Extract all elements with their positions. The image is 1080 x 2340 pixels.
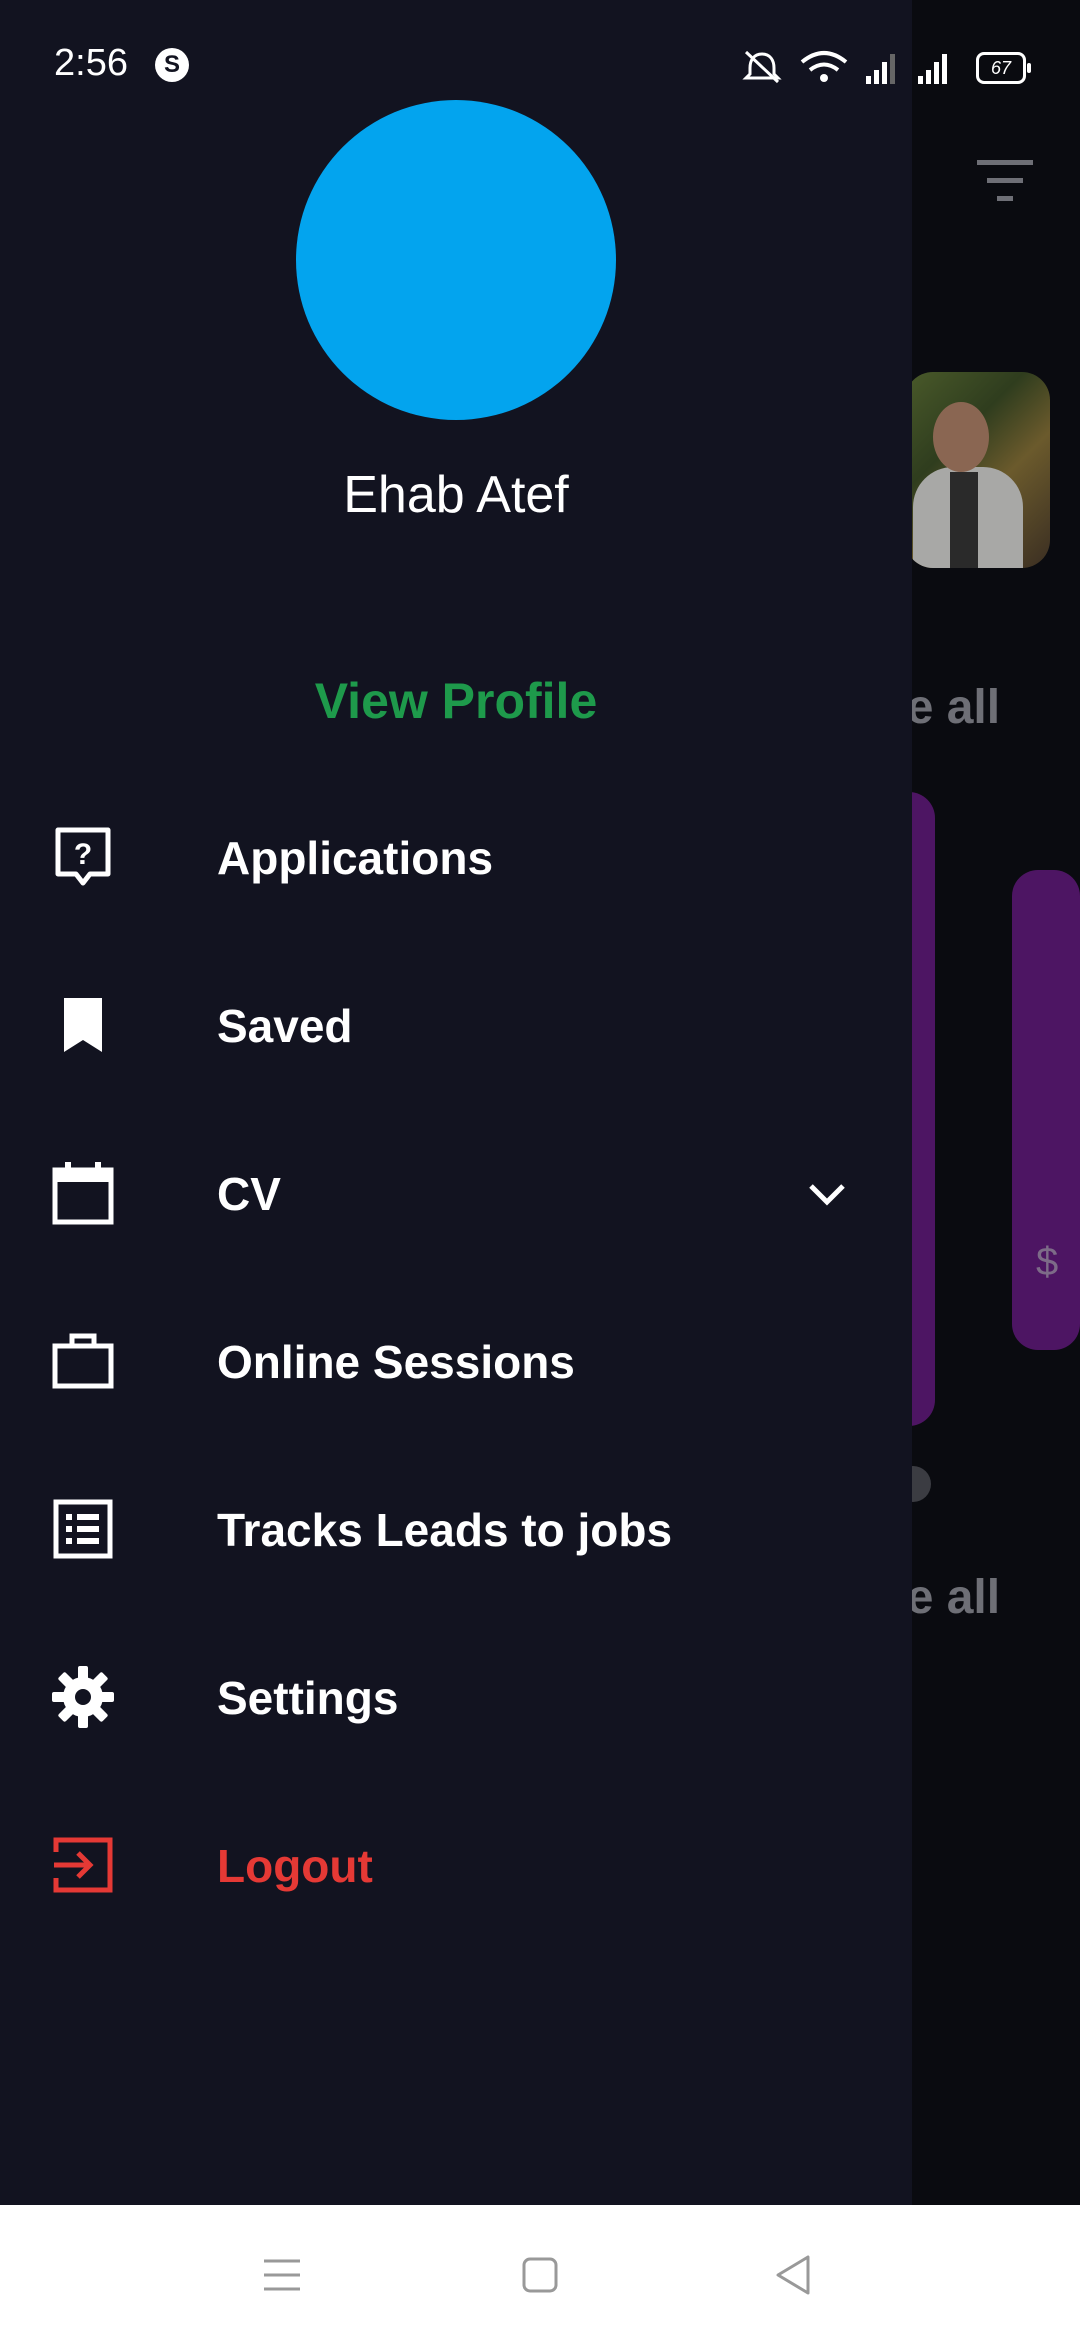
menu-icon[interactable] [252, 2245, 312, 2305]
menu-item-label: Saved [217, 1000, 353, 1052]
mute-icon [742, 50, 782, 84]
system-navigation-bar [0, 2205, 1080, 2340]
logout-icon [53, 1837, 113, 1893]
menu-item-tracks-leads[interactable]: Tracks Leads to jobs [0, 1468, 912, 1588]
filter-icon[interactable] [975, 158, 1035, 204]
menu-item-saved[interactable]: Saved [0, 964, 912, 1084]
briefcase-icon [52, 1333, 114, 1389]
menu-item-applications[interactable]: ? Applications [0, 796, 912, 916]
status-icons [742, 50, 947, 84]
menu-item-settings[interactable]: Settings [0, 1636, 912, 1756]
menu-item-online-sessions[interactable]: Online Sessions [0, 1300, 912, 1420]
menu-item-label: Logout [217, 1840, 373, 1892]
navigation-drawer: Ehab Atef View Profile ? Applications Sa… [0, 0, 912, 2205]
menu-item-label: Online Sessions [217, 1336, 575, 1388]
featured-photo-card[interactable] [905, 372, 1050, 568]
home-icon[interactable] [510, 2245, 570, 2305]
user-name: Ehab Atef [343, 466, 569, 524]
card-price-text: $ [1036, 1240, 1059, 1284]
bookmark-icon [64, 998, 102, 1052]
chevron-down-icon[interactable] [805, 1172, 849, 1216]
status-bar: 2:56 S 67 [0, 0, 1080, 110]
menu-item-label: Applications [217, 832, 494, 884]
app-notification-icon: S [155, 48, 189, 82]
back-icon[interactable] [766, 2245, 826, 2305]
menu-item-cv[interactable]: CV [0, 1132, 912, 1252]
menu-item-label: CV [217, 1168, 281, 1220]
signal-icon [866, 54, 895, 84]
wifi-icon [800, 51, 848, 82]
signal-icon [918, 54, 947, 84]
battery-indicator: 67 [976, 52, 1031, 84]
question-doc-icon: ? [55, 827, 111, 886]
menu-item-logout[interactable]: Logout [0, 1804, 912, 1924]
calendar-icon [52, 1162, 114, 1225]
view-profile-link[interactable]: View Profile [0, 672, 912, 730]
menu-item-label: Tracks Leads to jobs [217, 1504, 673, 1556]
menu-item-label: Settings [217, 1672, 399, 1724]
svg-text:?: ? [74, 838, 92, 871]
avatar[interactable] [296, 100, 616, 420]
list-icon [53, 1499, 113, 1559]
job-card[interactable]: $ [1012, 870, 1080, 1350]
status-time: 2:56 [54, 42, 128, 84]
gear-icon [52, 1666, 114, 1728]
